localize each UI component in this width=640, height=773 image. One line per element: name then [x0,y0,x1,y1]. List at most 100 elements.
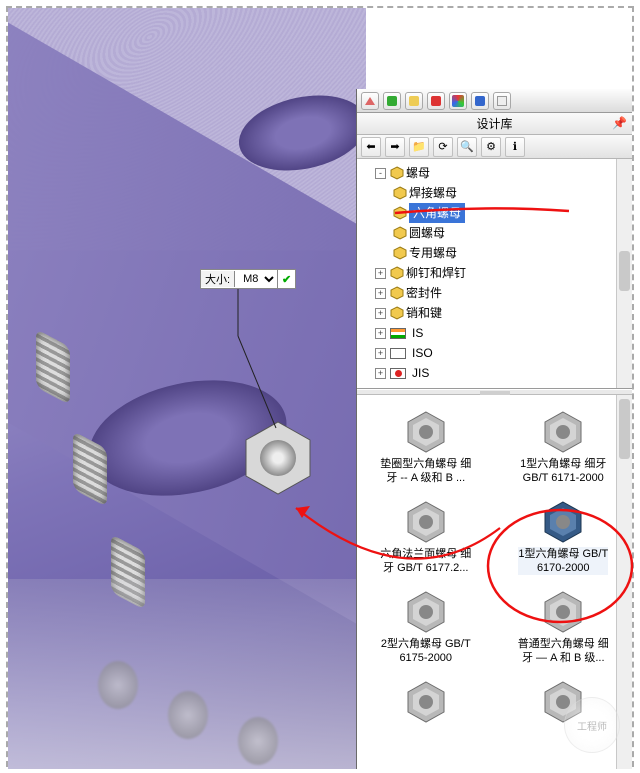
panel-title-bar: 设计库 📌 [357,113,632,135]
tree-node[interactable]: + KS [375,383,632,389]
tree-label: 销和键 [406,303,442,323]
tab-icon[interactable] [471,92,489,110]
floor-reflection [8,579,366,769]
nut-icon [390,266,404,280]
tab-icon[interactable] [493,92,511,110]
tree-node[interactable]: + IS [375,323,632,343]
gallery-item[interactable]: 2型六角螺母 GB/T6175-2000 [359,583,493,669]
toolbar-button[interactable]: ℹ [505,137,525,157]
tree-node[interactable]: - 螺母 [375,163,632,183]
design-library-panel: 设计库 📌 ⬅ ➡ 📁 ⟳ 🔍 ⚙ ℹ - 螺母 焊接螺母六角螺母圆螺母专用螺母… [356,89,632,769]
expand-icon[interactable]: + [375,388,386,390]
3d-viewport[interactable] [8,8,366,769]
flag-icon [390,368,406,379]
nut-icon [390,166,404,180]
part-thumbnail [531,407,595,457]
nut-icon [393,246,407,260]
tree-label: KS [412,383,428,389]
gallery-item[interactable]: 六角法兰面螺母 细牙 GB/T 6177.2... [359,493,493,579]
gallery-item[interactable]: 垫圈型六角螺母 细牙 -- A 级和 B ... [359,403,493,489]
tree-node[interactable]: + 柳钉和焊钉 [375,263,632,283]
library-tree[interactable]: - 螺母 焊接螺母六角螺母圆螺母专用螺母 + 柳钉和焊钉 + 密封件 + 销和键 + I… [357,159,632,389]
size-select[interactable]: M8 [235,270,277,288]
size-popup: 大小: M8 ✔ [200,269,296,289]
tab-icon[interactable] [405,92,423,110]
tree-label: IS [412,323,423,343]
pin-icon[interactable]: 📌 [612,116,626,130]
expand-icon[interactable]: + [375,268,386,279]
nut-icon [393,226,407,240]
tab-icon[interactable] [383,92,401,110]
nut-bore [260,440,296,476]
expand-icon[interactable]: + [375,308,386,319]
tree-node[interactable]: 专用螺母 [393,243,632,263]
toolbar-button[interactable]: ⚙ [481,137,501,157]
part-caption: 六角法兰面螺母 细牙 GB/T 6177.2... [380,547,471,575]
collapse-icon[interactable]: - [375,168,386,179]
flag-icon [390,328,406,339]
expand-icon[interactable]: + [375,288,386,299]
tree-label: 专用螺母 [409,243,457,263]
tree-node[interactable]: + JIS [375,363,632,383]
toolbar-button[interactable]: ⬅ [361,137,381,157]
flag-icon [390,388,406,390]
part-caption: 1型六角螺母 GB/T6170-2000 [518,547,608,575]
tree-node[interactable]: 焊接螺母 [393,183,632,203]
toolbar-button[interactable]: ⟳ [433,137,453,157]
panel-toolbar: ⬅ ➡ 📁 ⟳ 🔍 ⚙ ℹ [357,135,632,159]
nut-icon [393,186,407,200]
part-thumbnail [394,407,458,457]
part-thumbnail [394,587,458,637]
confirm-button[interactable]: ✔ [277,270,295,288]
task-pane-tabs [357,89,632,113]
tree-label: 柳钉和焊钉 [406,263,466,283]
tree-node[interactable]: + 销和键 [375,303,632,323]
tree-node[interactable]: 六角螺母 [393,203,632,223]
part-caption: 普通型六角螺母 细牙 — A 和 B 级... [518,637,609,665]
tree-node[interactable]: + 密封件 [375,283,632,303]
tree-node[interactable]: + ISO [375,343,632,363]
part-caption: 垫圈型六角螺母 细牙 -- A 级和 B ... [380,457,471,485]
expand-icon[interactable]: + [375,328,386,339]
tree-label: JIS [412,363,429,383]
reflection [168,691,208,739]
gallery-scrollbar[interactable] [616,395,632,769]
tab-icon[interactable] [427,92,445,110]
part-caption: 2型六角螺母 GB/T6175-2000 [381,637,471,665]
toolbar-button[interactable]: 🔍 [457,137,477,157]
flag-icon [390,348,406,359]
nut-icon [390,306,404,320]
part-caption: 1型六角螺母 细牙GB/T 6171-2000 [520,457,606,485]
part-thumbnail [531,497,595,547]
tree-scrollbar[interactable] [616,159,632,388]
scrollbar-thumb[interactable] [619,251,630,291]
reflection [98,661,138,709]
image-frame: 大小: M8 ✔ 设计库 📌 ⬅ ➡ 📁 ⟳ 🔍 ⚙ ℹ [6,6,634,767]
tree-label: 焊接螺母 [409,183,457,203]
nut-icon [393,206,407,220]
tab-appearances-icon[interactable] [449,92,467,110]
expand-icon[interactable]: + [375,368,386,379]
gallery-item[interactable] [359,673,493,731]
placed-nut[interactable] [238,418,318,498]
gallery-item[interactable]: 普通型六角螺母 细牙 — A 和 B 级... [497,583,631,669]
gallery-item[interactable]: 1型六角螺母 细牙GB/T 6171-2000 [497,403,631,489]
part-thumbnail [531,587,595,637]
watermark: 工程师 [564,697,620,753]
tree-label: 圆螺母 [409,223,445,243]
part-thumbnail [394,497,458,547]
tab-home-icon[interactable] [361,92,379,110]
scrollbar-thumb[interactable] [619,399,630,459]
gallery-item[interactable]: 1型六角螺母 GB/T6170-2000 [497,493,631,579]
expand-icon[interactable]: + [375,348,386,359]
panel-title: 设计库 [476,115,512,132]
tree-node[interactable]: 圆螺母 [393,223,632,243]
tree-label: ISO [412,343,433,363]
part-thumbnail [394,677,458,727]
toolbar-button[interactable]: 📁 [409,137,429,157]
reflection [238,717,278,765]
size-label: 大小: [201,271,235,287]
toolbar-button[interactable]: ➡ [385,137,405,157]
tree-label: 密封件 [406,283,442,303]
tree-label: 六角螺母 [409,203,465,223]
